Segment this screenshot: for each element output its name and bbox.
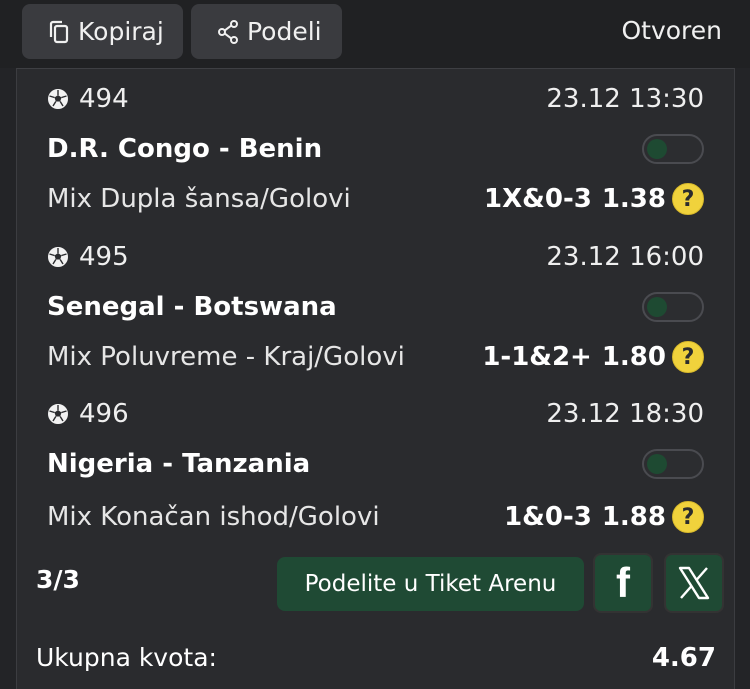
match-odds: 1&0-3 1.88 ? [504,501,704,533]
match-header: 494 23.12 13:30 [47,79,704,119]
match-number: 495 [47,242,129,272]
share-arena-button[interactable]: Podelite u Tiket Arenu [277,557,584,611]
match-toggle[interactable] [642,292,704,322]
match-odd: 1.38 [601,184,666,214]
match-odds: 1X&0-3 1.38 ? [484,183,704,215]
match-datetime: 23.12 13:30 [546,84,704,114]
ticket-status: Otvoren [621,16,722,45]
share-label: Podeli [247,17,322,46]
match-market: Mix Dupla šansa/Golovi [47,184,351,214]
match-header: 495 23.12 16:00 [47,237,704,277]
match-pick: 1-1&2+ [482,342,592,372]
facebook-icon: f [616,559,630,606]
match-teams-row: Senegal - Botswana [47,287,704,327]
x-icon [678,566,710,600]
selection-count: 3/3 [36,565,80,594]
match-odd: 1.80 [601,342,666,372]
match-datetime: 23.12 16:00 [546,242,704,272]
match-toggle[interactable] [642,449,704,479]
total-odds-value: 4.67 [651,643,716,673]
total-odds-label: Ukupna kvota: [36,643,217,672]
help-icon[interactable]: ? [672,341,704,373]
match-market: Mix Konačan ishod/Golovi [47,502,380,532]
match-teams-row: Nigeria - Tanzania [47,444,704,484]
match-market-row: Mix Dupla šansa/Golovi 1X&0-3 1.38 ? [47,179,704,219]
match-odds: 1-1&2+ 1.80 ? [482,341,704,373]
facebook-share-button[interactable]: f [593,553,653,613]
match-number: 496 [47,399,129,429]
match-header: 496 23.12 18:30 [47,394,704,434]
soccer-ball-icon [48,247,68,267]
match-toggle[interactable] [642,134,704,164]
match-teams: D.R. Congo - Benin [47,134,323,164]
copy-label: Kopiraj [78,17,164,46]
help-icon[interactable]: ? [672,183,704,215]
share-icon [218,19,238,44]
toggle-knob [647,454,667,474]
match-odd: 1.88 [601,502,666,532]
copy-button[interactable]: Kopiraj [22,4,183,59]
match-market-row: Mix Poluvreme - Kraj/Golovi 1-1&2+ 1.80 … [47,337,704,377]
x-share-button[interactable] [664,553,724,613]
soccer-ball-icon [48,89,68,109]
match-market-row: Mix Konačan ishod/Golovi 1&0-3 1.88 ? [47,497,704,537]
match-datetime: 23.12 18:30 [546,399,704,429]
match-pick: 1X&0-3 [484,184,592,214]
match-number: 494 [47,84,129,114]
match-market: Mix Poluvreme - Kraj/Golovi [47,342,405,372]
match-teams: Nigeria - Tanzania [47,449,311,479]
toggle-knob [647,297,667,317]
soccer-ball-icon [48,404,68,424]
top-bar: Kopiraj Podeli Otvoren [0,0,750,68]
toggle-knob [647,139,667,159]
help-icon[interactable]: ? [672,501,704,533]
match-pick: 1&0-3 [504,502,592,532]
match-teams-row: D.R. Congo - Benin [47,129,704,169]
copy-icon [49,20,69,43]
share-button[interactable]: Podeli [191,4,342,59]
match-teams: Senegal - Botswana [47,292,337,322]
